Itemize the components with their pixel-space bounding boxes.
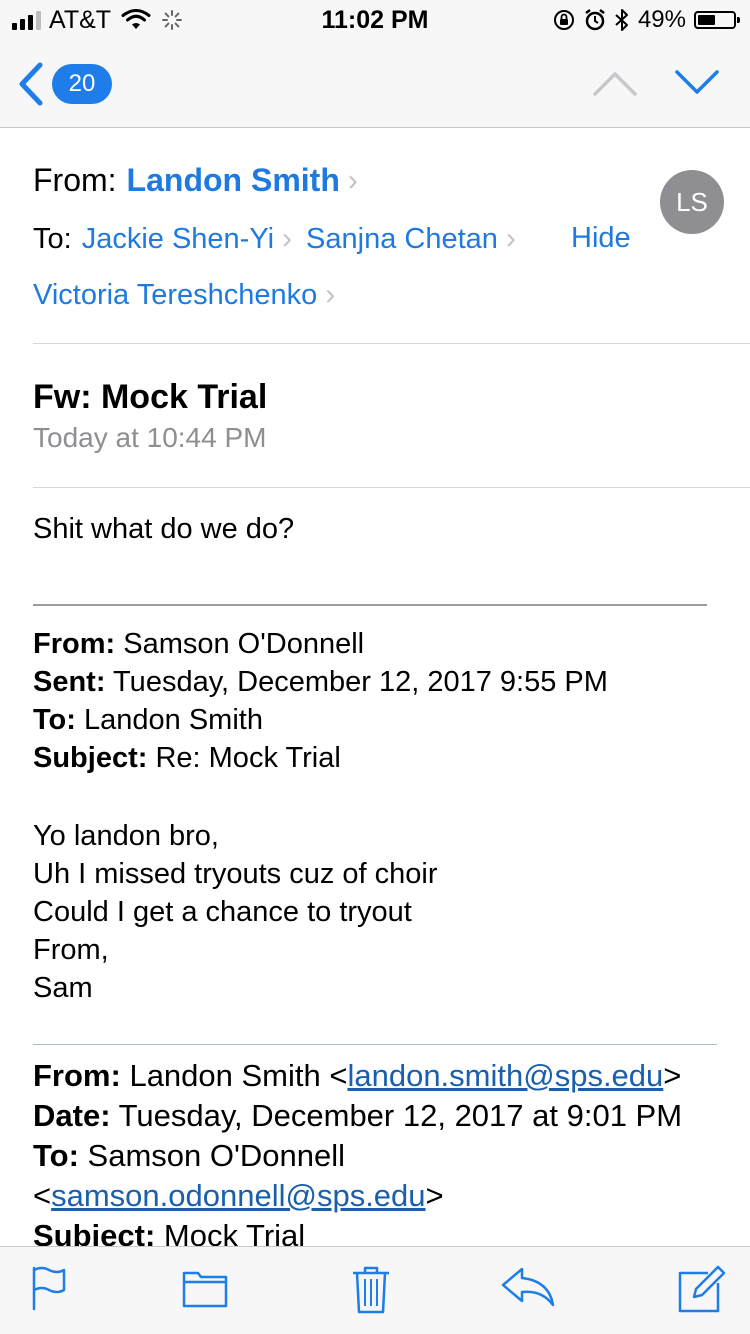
trash-icon[interactable] bbox=[351, 1265, 391, 1315]
chevron-right-icon: › bbox=[347, 163, 358, 197]
forwarded-to: Landon Smith bbox=[84, 704, 263, 736]
angle-bracket: > bbox=[663, 1058, 682, 1093]
message-line: From, bbox=[33, 934, 109, 966]
divider bbox=[33, 343, 750, 344]
to-row: To: Jackie Shen-Yi › Sanjna Chetan › bbox=[33, 222, 516, 256]
message-line: Could I get a chance to tryout bbox=[33, 896, 412, 928]
recipient-link[interactable]: Victoria Tereshchenko bbox=[33, 279, 317, 312]
bluetooth-icon bbox=[615, 9, 628, 31]
to-label: To: bbox=[33, 222, 72, 255]
divider bbox=[33, 487, 750, 488]
field-label: From: bbox=[33, 628, 116, 660]
email-link[interactable]: samson.odonnell@sps.edu bbox=[51, 1178, 425, 1213]
recipient-link[interactable]: Jackie Shen-Yi bbox=[82, 223, 274, 256]
forwarded-from: Samson O'Donnell bbox=[123, 628, 365, 660]
recipient-link[interactable]: Sanjna Chetan bbox=[306, 223, 498, 256]
sender-name-link[interactable]: Landon Smith bbox=[127, 162, 340, 199]
status-right: 49% bbox=[552, 6, 740, 34]
forwarded-header-2: From: Landon Smith <landon.smith@sps.edu… bbox=[33, 1056, 682, 1256]
field-label: To: bbox=[33, 704, 76, 736]
field-label: Subject: bbox=[33, 742, 148, 774]
previous-message-button[interactable] bbox=[592, 60, 638, 106]
chevron-right-icon: › bbox=[282, 222, 293, 255]
field-label: To: bbox=[33, 1138, 79, 1173]
compose-icon[interactable] bbox=[676, 1265, 726, 1315]
flag-icon[interactable] bbox=[30, 1265, 70, 1311]
status-bar: AT&T 11:02 PM 49% bbox=[0, 0, 750, 40]
battery-percent: 49% bbox=[637, 6, 686, 33]
next-message-button[interactable] bbox=[674, 60, 720, 106]
field-label: Date: bbox=[33, 1098, 111, 1133]
angle-bracket: > bbox=[425, 1178, 444, 1213]
folder-icon[interactable] bbox=[181, 1265, 229, 1311]
chevron-right-icon: › bbox=[325, 278, 336, 311]
from-row: From: Landon Smith › bbox=[33, 162, 358, 199]
nav-bar: 20 bbox=[0, 40, 750, 128]
message-line: Uh I missed tryouts cuz of choir bbox=[33, 858, 438, 890]
reply-icon[interactable] bbox=[500, 1265, 556, 1309]
message-line: Sam bbox=[33, 972, 93, 1004]
forwarded-to: Samson O'Donnell bbox=[87, 1138, 346, 1173]
orientation-lock-icon bbox=[553, 10, 574, 30]
message-text: Shit what do we do? bbox=[33, 513, 295, 545]
email-link[interactable]: landon.smith@sps.edu bbox=[347, 1058, 663, 1093]
angle-bracket: < bbox=[33, 1178, 52, 1213]
forward-separator bbox=[33, 1044, 717, 1045]
forwarded-sent: Tuesday, December 12, 2017 9:55 PM bbox=[113, 666, 608, 698]
message-date: Today at 10:44 PM bbox=[33, 422, 267, 453]
forwarded-subject: Re: Mock Trial bbox=[155, 742, 341, 774]
forwarded-date: Tuesday, December 12, 2017 at 9:01 PM bbox=[118, 1098, 683, 1133]
forwarded-header-1: From: Samson O'Donnell Sent: Tuesday, De… bbox=[33, 625, 608, 777]
forward-separator bbox=[33, 604, 707, 606]
hide-details-button[interactable]: Hide bbox=[571, 222, 631, 255]
alarm-icon bbox=[585, 9, 605, 31]
unread-count-badge: 20 bbox=[52, 64, 112, 104]
field-label: From: bbox=[33, 1058, 121, 1093]
forwarded-message-1: Yo landon bro, Uh I missed tryouts cuz o… bbox=[33, 817, 438, 1007]
back-chevron-icon bbox=[19, 62, 43, 106]
message-body: Shit what do we do? bbox=[33, 510, 723, 548]
sender-avatar[interactable]: LS bbox=[660, 170, 724, 234]
from-label: From: bbox=[33, 162, 117, 198]
bottom-toolbar bbox=[0, 1246, 750, 1334]
battery-icon bbox=[694, 11, 740, 29]
message-line: Yo landon bro, bbox=[33, 820, 219, 852]
chevron-right-icon: › bbox=[505, 222, 516, 255]
to-row-continued: Victoria Tereshchenko › bbox=[33, 278, 335, 312]
message-subject: Fw: Mock Trial bbox=[33, 378, 268, 416]
forwarded-from-name: Landon Smith < bbox=[129, 1058, 348, 1093]
field-label: Sent: bbox=[33, 666, 106, 698]
back-button[interactable]: 20 bbox=[16, 56, 112, 112]
